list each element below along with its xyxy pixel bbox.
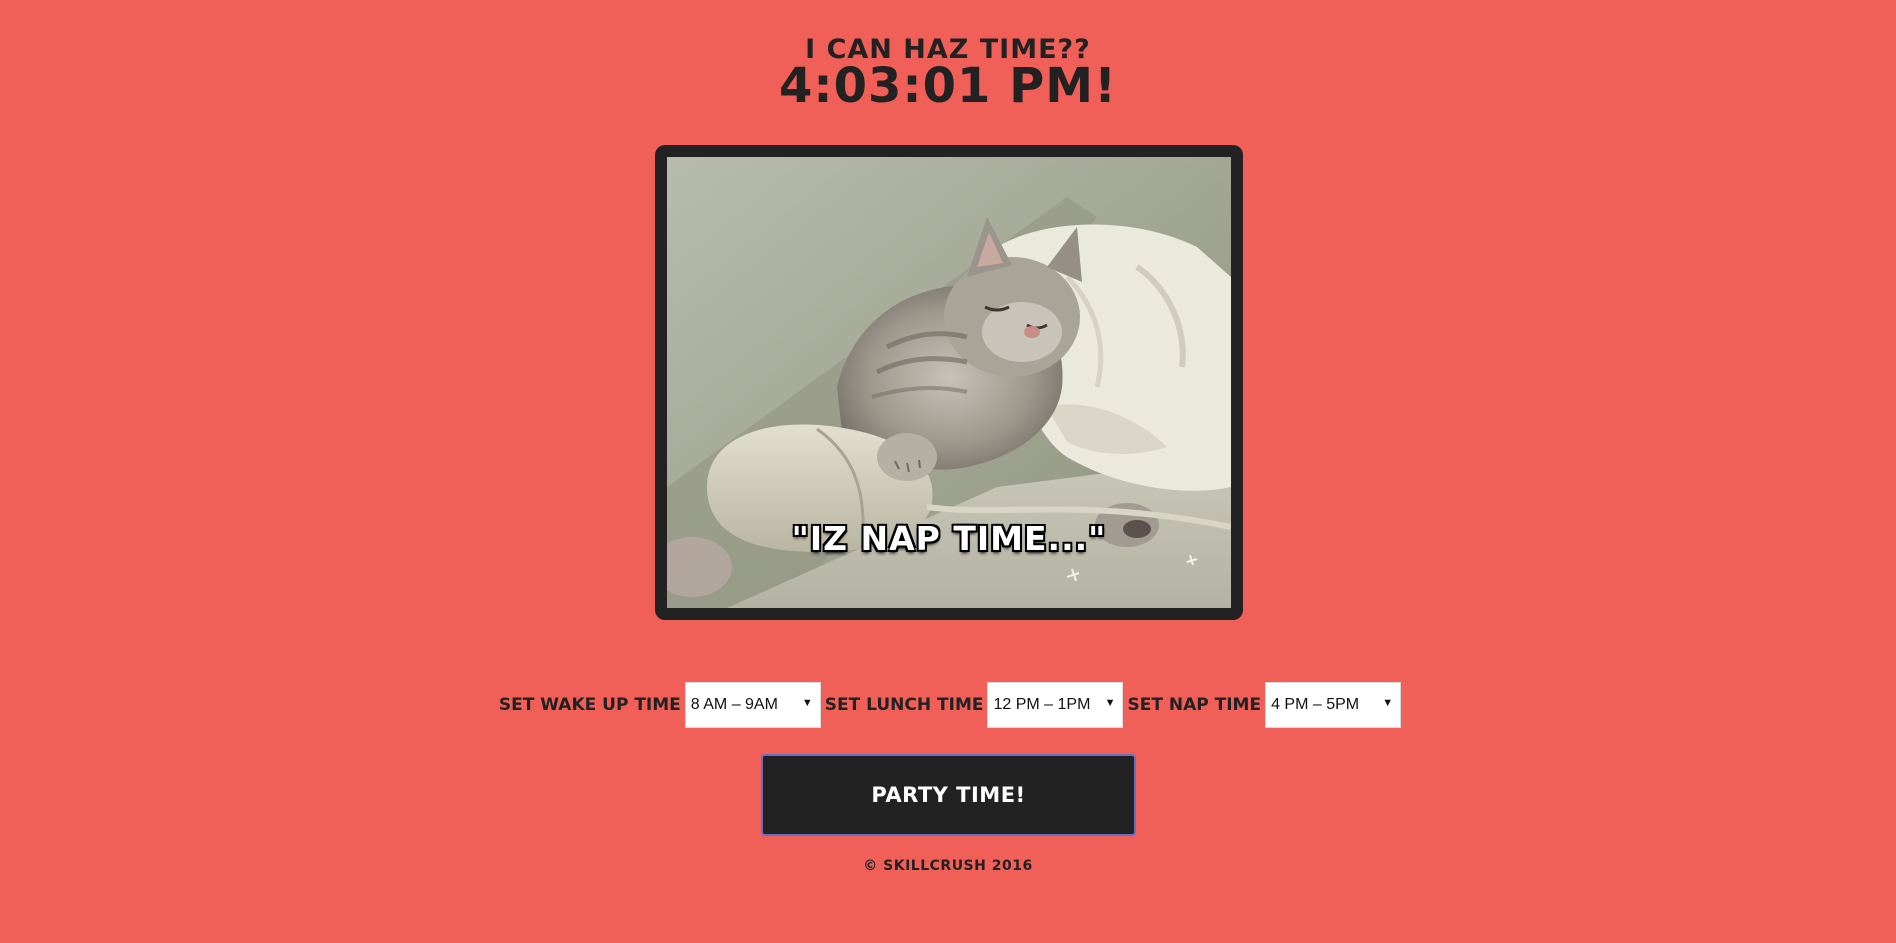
nap-control: Set Nap Time 4 PM – 5PM ▼: [1123, 682, 1402, 728]
dropdown-arrow-icon: ▼: [801, 697, 813, 709]
lunch-label: Set Lunch Time: [824, 695, 984, 715]
page: I can haz time?? 4:03:01 PM!: [0, 0, 1896, 943]
lunch-select[interactable]: 12 PM – 1PM ▼: [987, 682, 1124, 728]
footer-copyright: © Skillcrush 2016: [863, 858, 1033, 874]
wake-up-select-value: 8 AM – 9AM: [690, 696, 778, 713]
clock-display: 4:03:01 PM!: [779, 58, 1117, 114]
kitten-photo: "IZ NAP TIME...": [667, 157, 1231, 608]
image-caption: "IZ NAP TIME...": [791, 519, 1107, 558]
lunch-select-value: 12 PM – 1PM: [993, 696, 1091, 713]
party-time-button[interactable]: Party Time!: [761, 754, 1136, 836]
nap-label: Set Nap Time: [1127, 695, 1262, 715]
dropdown-arrow-icon: ▼: [1382, 697, 1394, 709]
time-controls: Set Wake Up Time 8 AM – 9AM ▼ Set Lunch …: [0, 680, 1896, 730]
dropdown-arrow-icon: ▼: [1104, 697, 1116, 709]
nap-select-value: 4 PM – 5PM: [1271, 696, 1360, 713]
wake-up-select[interactable]: 8 AM – 9AM ▼: [684, 682, 821, 728]
nap-select[interactable]: 4 PM – 5PM ▼: [1265, 682, 1402, 728]
image-frame: "IZ NAP TIME...": [655, 145, 1243, 620]
wake-up-label: Set Wake Up Time: [498, 695, 681, 715]
wake-up-control: Set Wake Up Time 8 AM – 9AM ▼: [495, 682, 821, 728]
lunch-control: Set Lunch Time 12 PM – 1PM ▼: [821, 682, 1124, 728]
